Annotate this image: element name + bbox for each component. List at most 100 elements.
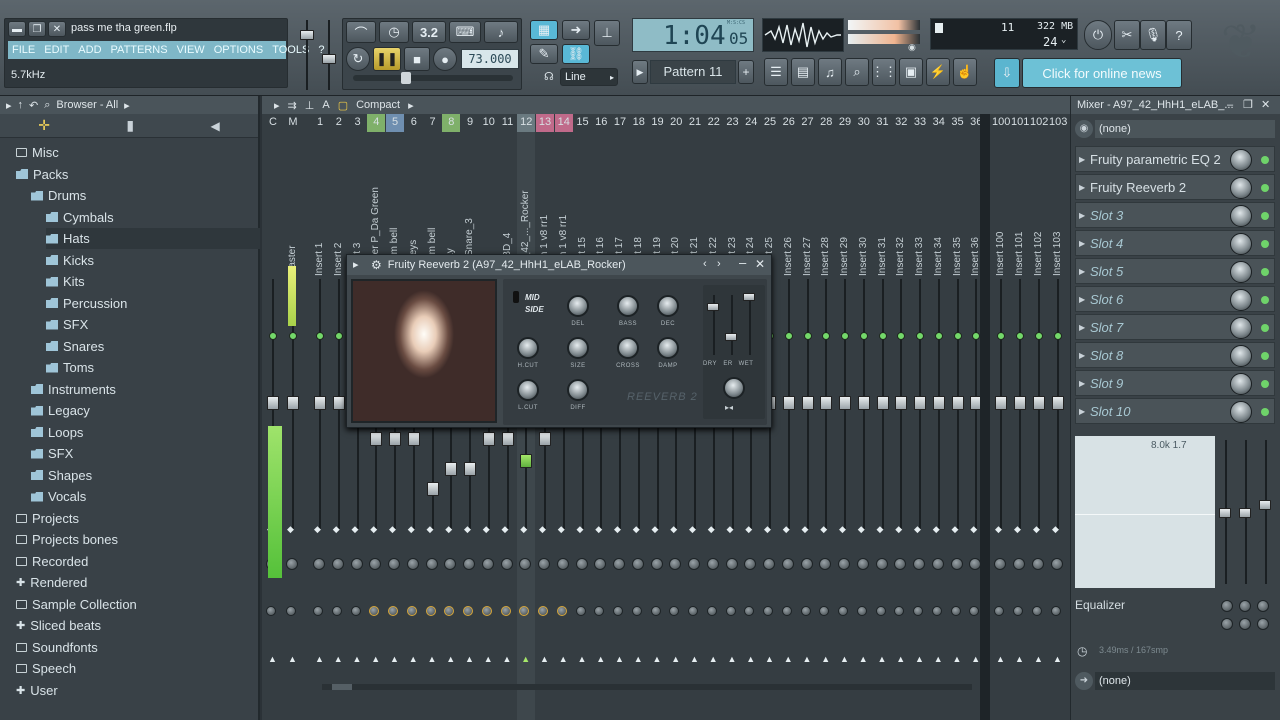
chevron-right-icon[interactable]: ▸ bbox=[124, 99, 130, 112]
browser-item[interactable]: Kits bbox=[46, 271, 260, 292]
send-knob[interactable] bbox=[538, 606, 548, 616]
route-icon[interactable]: ▲ bbox=[840, 654, 849, 664]
piano-roll-icon[interactable]: ♫ bbox=[818, 58, 842, 86]
stereo-icon[interactable]: ◆ bbox=[970, 524, 977, 535]
strip-number[interactable]: 33 bbox=[911, 116, 929, 128]
slot-mix-knob[interactable] bbox=[1230, 345, 1252, 367]
stereo-icon[interactable]: ◆ bbox=[558, 524, 565, 535]
slot-mix-knob[interactable] bbox=[1230, 149, 1252, 171]
browser-item[interactable]: Shapes bbox=[31, 465, 260, 486]
slot-enable-led[interactable] bbox=[1261, 268, 1269, 276]
pan-knob[interactable] bbox=[950, 558, 963, 570]
strip-number[interactable]: 28 bbox=[817, 116, 835, 128]
time-display[interactable]: 1:04 05 M:S:CS bbox=[632, 18, 754, 52]
pan-knob[interactable] bbox=[406, 558, 419, 570]
route-icon[interactable]: ▲ bbox=[896, 654, 905, 664]
stereo-icon[interactable]: ◆ bbox=[408, 524, 415, 535]
send-knob[interactable] bbox=[406, 606, 417, 616]
power-icon[interactable]: ⏻ bbox=[1084, 20, 1112, 50]
chevron-down-icon[interactable]: ⌄ bbox=[1061, 35, 1066, 45]
eq-graph[interactable]: 8.0k 1.7 bbox=[1075, 436, 1275, 588]
effect-slot[interactable]: ▶ Slot 6 bbox=[1075, 286, 1275, 312]
strip-enable-led[interactable] bbox=[916, 332, 924, 340]
arrow-up-icon[interactable]: ↑ bbox=[18, 99, 24, 111]
route-icon[interactable]: ▲ bbox=[653, 654, 662, 664]
minimize-button[interactable]: ▬ bbox=[8, 21, 26, 37]
eq-freq-knob-2[interactable] bbox=[1239, 600, 1251, 612]
route-icon[interactable]: ▲ bbox=[390, 654, 399, 664]
stereo-icon[interactable]: ◆ bbox=[577, 524, 584, 535]
low-cut-knob[interactable] bbox=[517, 379, 539, 401]
stereo-icon[interactable]: ◆ bbox=[539, 524, 546, 535]
strip-enable-led[interactable] bbox=[897, 332, 906, 340]
volume-fader[interactable] bbox=[482, 432, 495, 446]
browser-item[interactable]: Misc bbox=[16, 142, 260, 163]
stereo-icon[interactable]: ◆ bbox=[1014, 524, 1021, 535]
pan-knob[interactable] bbox=[819, 558, 832, 570]
arrow-right-icon[interactable]: ➜ bbox=[562, 20, 590, 40]
strip-enable-led[interactable] bbox=[822, 332, 831, 340]
strip-number[interactable]: 13 bbox=[536, 116, 554, 128]
pan-knob[interactable] bbox=[444, 558, 457, 570]
damp-knob[interactable] bbox=[657, 337, 679, 359]
eq-mid-fader[interactable] bbox=[1239, 508, 1251, 518]
menu-item-2[interactable]: ADD bbox=[78, 44, 101, 56]
master-volume-slider[interactable] bbox=[300, 20, 314, 90]
stereo-icon[interactable]: ◆ bbox=[689, 524, 696, 535]
send-knob[interactable] bbox=[444, 606, 455, 616]
eq-bw-knob-3[interactable] bbox=[1257, 618, 1269, 630]
route-icon[interactable]: ▲ bbox=[446, 654, 455, 664]
square-icon[interactable]: ▢ bbox=[338, 99, 348, 112]
send-knob[interactable] bbox=[894, 606, 905, 616]
volume-fader[interactable] bbox=[857, 396, 870, 410]
send-knob[interactable] bbox=[266, 606, 276, 616]
browser-item[interactable]: Sample Collection bbox=[16, 594, 260, 615]
pan-knob[interactable] bbox=[575, 558, 588, 570]
stereo-icon[interactable]: ◆ bbox=[502, 524, 509, 535]
route-icon[interactable]: ▲ bbox=[1053, 654, 1062, 664]
slot-enable-led[interactable] bbox=[1261, 212, 1269, 220]
strip-number[interactable]: 16 bbox=[592, 116, 610, 128]
send-knob[interactable] bbox=[1013, 606, 1023, 616]
pencil-icon[interactable]: ✎ bbox=[530, 44, 558, 64]
stereo-icon[interactable]: ◆ bbox=[370, 524, 377, 535]
send-knob[interactable] bbox=[594, 606, 605, 616]
route-icon[interactable]: ▲ bbox=[465, 654, 474, 664]
pan-knob[interactable] bbox=[613, 558, 625, 570]
strip-number[interactable]: 24 bbox=[742, 116, 760, 128]
slot-enable-led[interactable] bbox=[1261, 352, 1269, 360]
route-icon[interactable]: ▲ bbox=[934, 654, 943, 664]
volume-fader[interactable] bbox=[445, 462, 458, 476]
slot-enable-led[interactable] bbox=[1261, 324, 1269, 332]
strip-number[interactable]: 10 bbox=[480, 116, 498, 128]
touch-icon[interactable]: ☝ bbox=[953, 58, 977, 86]
browser-item[interactable]: ✚ Sliced beats bbox=[16, 615, 260, 636]
pan-knob[interactable] bbox=[706, 558, 719, 570]
volume-fader[interactable] bbox=[314, 396, 326, 410]
strip-number[interactable]: 103 bbox=[1049, 116, 1067, 128]
route-icon[interactable]: ▲ bbox=[371, 654, 380, 664]
route-icon[interactable]: ▲ bbox=[671, 654, 680, 664]
stereo-icon[interactable]: ◆ bbox=[952, 524, 959, 535]
strip-enable-led[interactable] bbox=[878, 332, 887, 340]
send-knob[interactable] bbox=[388, 606, 398, 616]
eq-low-fader[interactable] bbox=[1219, 508, 1231, 518]
strip-number[interactable]: 20 bbox=[667, 116, 685, 128]
browser-item[interactable]: Cymbals bbox=[46, 207, 260, 228]
gear-icon[interactable]: ⚙ bbox=[371, 258, 382, 272]
strip-number[interactable]: 15 bbox=[574, 116, 592, 128]
volume-fader[interactable] bbox=[1052, 396, 1064, 410]
pan-knob[interactable] bbox=[913, 558, 925, 570]
loop-icon[interactable]: ↻ bbox=[346, 47, 370, 71]
volume-fader[interactable] bbox=[464, 462, 476, 476]
slot-enable-led[interactable] bbox=[1261, 296, 1269, 304]
route-icon[interactable]: ▲ bbox=[288, 654, 297, 664]
strip-number[interactable]: 22 bbox=[705, 116, 723, 128]
slot-mix-knob[interactable] bbox=[1230, 401, 1252, 423]
route-icon[interactable]: ▲ bbox=[578, 654, 587, 664]
browser-item[interactable]: Loops bbox=[31, 422, 260, 443]
send-knob[interactable] bbox=[481, 606, 492, 616]
stereo-icon[interactable]: ◆ bbox=[727, 524, 734, 535]
effect-slot[interactable]: ▶ Slot 9 bbox=[1075, 370, 1275, 396]
route-icon[interactable]: ▲ bbox=[971, 654, 980, 664]
